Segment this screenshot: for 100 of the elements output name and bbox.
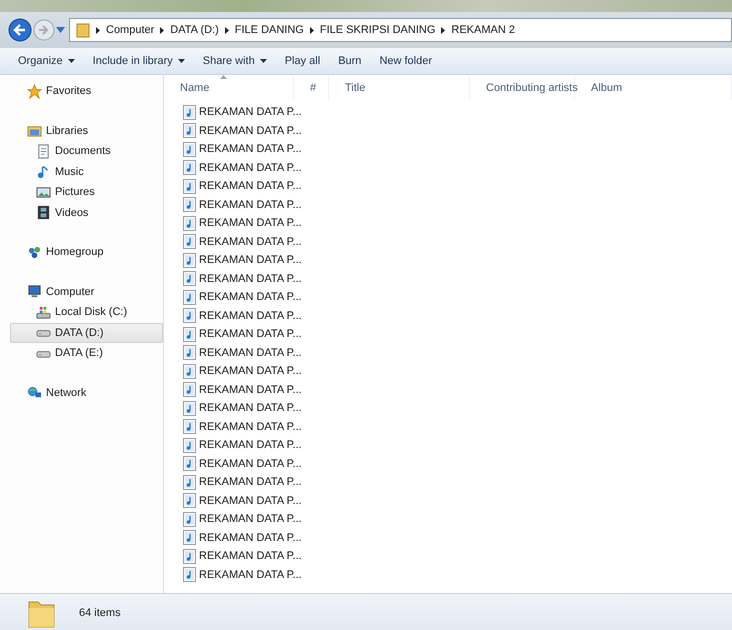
music-file-icon <box>183 548 196 564</box>
music-file-icon <box>183 216 196 231</box>
sidebar-item[interactable]: Pictures <box>10 182 163 202</box>
music-file-icon <box>183 438 196 453</box>
column-header[interactable]: Name <box>164 75 294 100</box>
file-row[interactable]: REKAMAN DATA P... <box>164 547 732 566</box>
toolbar-button[interactable]: Include in library <box>84 52 193 70</box>
music-file-icon <box>183 197 196 212</box>
file-row[interactable]: REKAMAN DATA P... <box>164 418 732 436</box>
music-file-icon <box>183 474 196 490</box>
file-row[interactable]: REKAMAN DATA P... <box>164 325 732 344</box>
file-row[interactable]: REKAMAN DATA P... <box>164 103 732 122</box>
chevron-icon <box>96 26 100 34</box>
music-file-icon <box>183 567 196 582</box>
video-icon <box>36 205 51 220</box>
column-header[interactable]: # <box>294 75 329 100</box>
computer-icon <box>27 284 42 300</box>
history-dropdown-icon[interactable] <box>56 27 65 33</box>
column-header[interactable]: Title <box>329 75 470 100</box>
music-file-icon <box>183 290 196 305</box>
file-row[interactable]: REKAMAN DATA P... <box>164 140 732 158</box>
sidebar-item[interactable]: DATA (E:) <box>10 343 163 364</box>
breadcrumb[interactable]: DATA (D:) <box>170 24 219 36</box>
pictures-icon <box>36 184 51 200</box>
sidebar-item[interactable]: Music <box>10 162 163 182</box>
music-file-icon <box>183 271 196 286</box>
sidebar-item[interactable]: Computer <box>10 282 163 302</box>
file-row[interactable]: REKAMAN DATA P... <box>164 232 732 251</box>
music-file-icon <box>183 382 196 398</box>
sidebar-item[interactable]: Network <box>10 382 163 403</box>
sidebar-item[interactable]: Favorites <box>10 81 163 102</box>
sidebar-item[interactable]: Libraries <box>10 120 163 141</box>
folder-icon <box>76 22 90 38</box>
file-row[interactable]: REKAMAN DATA P... <box>164 492 732 510</box>
music-file-icon <box>183 142 196 157</box>
toolbar-button[interactable]: Burn <box>330 52 370 70</box>
caret-icon <box>68 59 75 63</box>
caret-icon <box>178 59 185 63</box>
music-file-icon <box>183 178 196 194</box>
music-file-icon <box>183 530 196 546</box>
music-file-icon <box>183 400 196 416</box>
file-row[interactable]: REKAMAN DATA P... <box>164 510 732 528</box>
breadcrumb[interactable]: Computer <box>106 24 154 36</box>
file-row[interactable]: REKAMAN DATA P... <box>164 344 732 362</box>
sidebar-item[interactable]: Videos <box>10 202 163 223</box>
toolbar-button[interactable]: Organize <box>10 52 83 70</box>
music-file-icon <box>183 512 196 527</box>
chevron-icon <box>310 26 314 34</box>
music-file-icon <box>183 308 196 324</box>
back-button[interactable] <box>8 18 32 42</box>
music-file-icon <box>183 234 196 250</box>
address-field[interactable]: Computer DATA (D:) FILE DANING FILE SKRIPSI DANING REKAMAN 2 <box>69 18 732 42</box>
file-row[interactable]: REKAMAN DATA P... <box>164 399 732 418</box>
file-row[interactable]: REKAMAN DATA P... <box>164 122 732 140</box>
breadcrumb[interactable]: FILE SKRIPSI DANING <box>320 24 436 36</box>
file-row[interactable]: REKAMAN DATA P... <box>164 566 732 584</box>
chevron-icon <box>160 26 164 34</box>
file-row[interactable]: REKAMAN DATA P... <box>164 528 732 547</box>
sidebar-item[interactable]: Local Disk (C:) <box>10 302 163 322</box>
file-row[interactable]: REKAMAN DATA P... <box>164 270 732 288</box>
file-row[interactable]: REKAMAN DATA P... <box>164 306 732 325</box>
file-row[interactable]: REKAMAN DATA P... <box>164 362 732 380</box>
file-row[interactable]: REKAMAN DATA P... <box>164 196 732 214</box>
system-disk-icon <box>36 304 51 320</box>
file-row[interactable]: REKAMAN DATA P... <box>164 214 732 232</box>
music-file-icon <box>183 252 196 268</box>
music-file-icon <box>183 104 196 120</box>
music-file-icon <box>183 160 196 176</box>
music-file-icon <box>183 123 196 138</box>
sidebar-item[interactable]: Homegroup <box>10 242 163 262</box>
file-row[interactable]: REKAMAN DATA P... <box>164 454 732 473</box>
breadcrumb[interactable]: REKAMAN 2 <box>451 24 515 36</box>
file-row[interactable]: REKAMAN DATA P... <box>164 380 732 399</box>
chevron-icon <box>441 26 446 34</box>
file-row[interactable]: REKAMAN DATA P... <box>164 288 732 306</box>
breadcrumb[interactable]: FILE DANING <box>234 24 304 36</box>
music-file-icon <box>183 419 196 434</box>
file-row[interactable]: REKAMAN DATA P... <box>164 158 732 177</box>
column-header[interactable]: Contributing artists <box>470 75 575 100</box>
music-file-icon <box>183 456 196 472</box>
item-count: 64 items <box>79 607 121 619</box>
homegroup-icon <box>27 244 42 260</box>
music-file-icon <box>183 364 196 379</box>
music-file-icon <box>183 345 196 360</box>
music-file-icon <box>183 326 196 342</box>
file-row[interactable]: REKAMAN DATA P... <box>164 177 732 196</box>
music-file-icon <box>183 493 196 508</box>
music-icon <box>36 164 51 180</box>
file-row[interactable]: REKAMAN DATA P... <box>164 436 732 454</box>
toolbar-button[interactable]: Play all <box>276 52 328 70</box>
sidebar-item[interactable]: DATA (D:) <box>10 322 163 343</box>
file-row[interactable]: REKAMAN DATA P... <box>164 473 732 492</box>
sidebar-item[interactable]: Documents <box>10 141 163 162</box>
toolbar-button[interactable]: Share with <box>194 52 275 70</box>
chevron-icon <box>224 26 229 34</box>
toolbar-button[interactable]: New folder <box>371 52 440 70</box>
star-icon <box>27 84 42 99</box>
file-row[interactable]: REKAMAN DATA P... <box>164 251 732 270</box>
caret-icon <box>260 59 267 63</box>
document-icon <box>36 144 51 159</box>
